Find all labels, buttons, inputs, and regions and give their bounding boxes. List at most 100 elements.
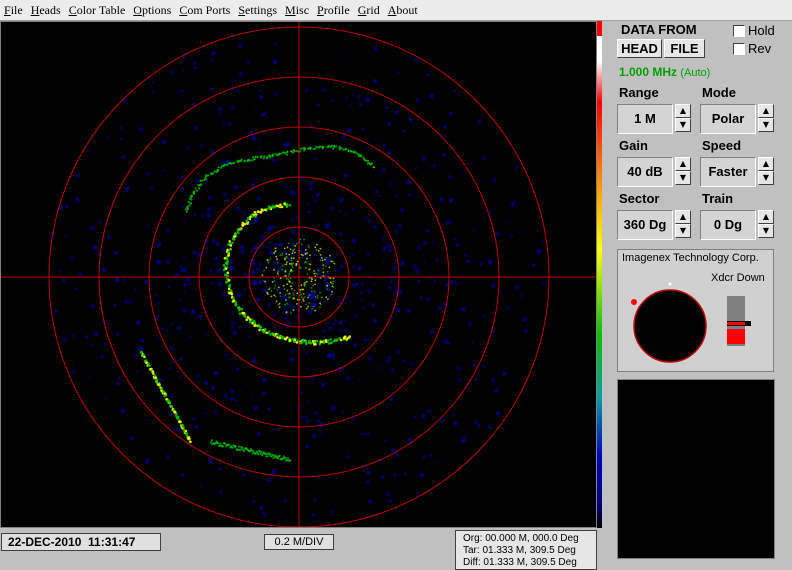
train-down-button[interactable]: ▼ <box>758 224 774 238</box>
transducer-dial[interactable] <box>618 250 773 371</box>
echo-point <box>212 172 215 175</box>
sector-down-button[interactable]: ▼ <box>675 224 691 238</box>
echo-point <box>302 293 305 295</box>
echo-point <box>351 208 355 211</box>
echo-point <box>495 411 501 416</box>
echo-point <box>365 480 370 485</box>
echo-point <box>355 282 359 286</box>
echo-point <box>64 234 67 237</box>
echo-point <box>254 215 257 218</box>
echo-point <box>188 197 191 200</box>
echo-point <box>199 484 203 488</box>
echo-point <box>351 94 354 97</box>
menu-settings[interactable]: Settings <box>234 0 281 20</box>
hold-checkbox[interactable] <box>733 25 745 37</box>
menu-grid[interactable]: Grid <box>354 0 384 20</box>
echo-point <box>349 104 352 107</box>
gain-field[interactable]: 40 dB <box>617 157 673 187</box>
sector-up-button[interactable]: ▲ <box>675 210 691 224</box>
echo-point <box>146 171 151 176</box>
echo-point <box>229 327 232 330</box>
echo-point <box>416 245 422 250</box>
sonar-display[interactable] <box>0 21 597 528</box>
echo-point <box>435 258 439 262</box>
range-field[interactable]: 1 M <box>617 104 673 134</box>
echo-point <box>185 210 188 213</box>
menu-options[interactable]: Options <box>129 0 175 20</box>
echo-point <box>167 285 171 289</box>
echo-point <box>211 385 215 390</box>
echo-point <box>293 294 296 296</box>
speed-field[interactable]: Faster <box>700 157 756 187</box>
train-up-button[interactable]: ▲ <box>758 210 774 224</box>
echo-point <box>160 387 164 390</box>
mode-down-button[interactable]: ▼ <box>758 118 774 132</box>
echo-point <box>257 323 261 327</box>
echo-point <box>291 338 295 341</box>
mode-field[interactable]: Polar <box>700 104 756 134</box>
echo-point <box>195 373 200 378</box>
range-up-button[interactable]: ▲ <box>675 104 691 118</box>
echo-point <box>345 96 348 100</box>
echo-point <box>328 266 331 269</box>
rev-checkbox[interactable] <box>733 43 745 55</box>
echo-point <box>384 439 387 442</box>
echo-point <box>515 165 519 170</box>
gain-up-button[interactable]: ▲ <box>675 157 691 171</box>
echo-point <box>209 441 213 444</box>
echo-point <box>372 79 377 84</box>
echo-point <box>435 462 438 465</box>
echo-point <box>461 306 466 312</box>
echo-point <box>74 286 78 291</box>
echo-point <box>295 315 299 319</box>
echo-point <box>243 272 248 277</box>
echo-point <box>386 492 391 497</box>
echo-point <box>263 208 267 212</box>
menu-misc[interactable]: Misc <box>281 0 313 20</box>
sonar-image[interactable] <box>1 22 597 528</box>
train-spinner: ▲ ▼ <box>758 210 774 238</box>
menu-about[interactable]: About <box>384 0 422 20</box>
echo-point <box>313 297 317 302</box>
echo-point <box>221 445 225 448</box>
echo-point <box>261 391 266 396</box>
echo-point <box>304 261 307 263</box>
echo-point <box>252 449 255 453</box>
echo-point <box>326 339 330 342</box>
range-down-button[interactable]: ▼ <box>675 118 691 132</box>
echo-point <box>391 315 395 319</box>
menu-color-table[interactable]: Color Table <box>65 0 130 20</box>
echo-point <box>367 218 372 224</box>
echo-point <box>170 323 173 326</box>
mode-up-button[interactable]: ▲ <box>758 104 774 118</box>
echo-point <box>305 419 310 424</box>
echo-point <box>448 174 453 180</box>
train-field[interactable]: 0 Dg <box>700 210 756 240</box>
gain-down-button[interactable]: ▼ <box>675 171 691 185</box>
sector-field[interactable]: 360 Dg <box>617 210 673 240</box>
echo-point <box>542 280 546 285</box>
menu-com-ports[interactable]: Com Ports <box>175 0 234 20</box>
echo-point <box>258 88 262 92</box>
echo-point <box>409 361 414 367</box>
echo-point <box>285 336 289 339</box>
speed-down-button[interactable]: ▼ <box>758 171 774 185</box>
menu-file[interactable]: File <box>0 0 27 20</box>
echo-point <box>175 412 178 416</box>
echo-point <box>259 328 263 332</box>
echo-point <box>300 305 302 308</box>
echo-point <box>426 73 430 77</box>
echo-point <box>323 87 328 92</box>
echo-point <box>372 318 378 324</box>
menu-heads[interactable]: Heads <box>27 0 65 20</box>
echo-point <box>321 259 324 262</box>
echo-point <box>180 89 183 93</box>
file-button[interactable]: FILE <box>664 39 705 58</box>
echo-point <box>381 168 386 173</box>
menu-profile[interactable]: Profile <box>313 0 354 20</box>
dial-knob[interactable] <box>633 289 707 363</box>
head-button[interactable]: HEAD <box>617 39 662 58</box>
echo-point <box>246 316 250 319</box>
speed-up-button[interactable]: ▲ <box>758 157 774 171</box>
echo-point <box>314 309 317 312</box>
